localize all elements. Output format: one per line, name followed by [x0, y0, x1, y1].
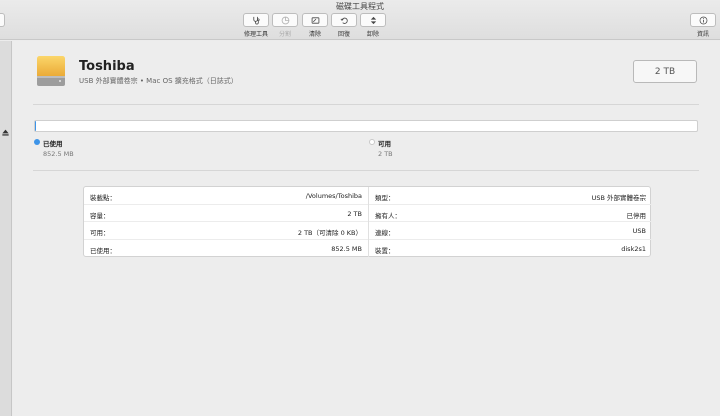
- unmount-button[interactable]: 卸除: [354, 13, 392, 38]
- eject-icon[interactable]: [1, 128, 10, 137]
- info-key: 類型：: [375, 194, 395, 202]
- info-label: 資訊: [696, 31, 709, 38]
- info-value: 已停用: [626, 211, 647, 220]
- info-row-device: 裝置： disk2s1: [369, 240, 652, 258]
- info-key: 裝置：: [375, 246, 395, 255]
- disk-name: Toshiba: [79, 59, 135, 74]
- info-column-left: 裝載點： /Volumes/Toshiba 容量： 2 TB 可用： 2 TB（…: [84, 187, 368, 257]
- external-drive-icon: [37, 56, 65, 86]
- header-divider: [33, 104, 699, 105]
- erase-icon: [311, 16, 319, 24]
- restore-icon: [340, 17, 348, 24]
- info-key: 可用：: [90, 229, 110, 237]
- info-row-type: 類型： USB 外部實體卷宗: [369, 187, 652, 205]
- disk-size-badge: 2 TB: [633, 60, 697, 83]
- info-value: /Volumes/Toshiba: [305, 192, 362, 200]
- info-row-mount-point: 裝載點： /Volumes/Toshiba: [84, 187, 368, 205]
- legend-free-value: 2 TB: [378, 150, 393, 158]
- info-row-owners: 擁有人： 已停用: [369, 205, 652, 222]
- restore-label: 回復: [337, 31, 350, 38]
- info-value: USB 外部實體卷宗: [591, 194, 646, 202]
- info-column-right: 類型： USB 外部實體卷宗 擁有人： 已停用 連線： USB 裝置： disk…: [368, 187, 652, 257]
- window-title: 磁碟工具程式: [336, 2, 384, 11]
- partition-label: 分割: [278, 31, 291, 38]
- disk-subtitle: USB 外部實體卷宗 • Mac OS 擴充格式（日誌式）: [79, 77, 238, 85]
- info-value: 852.5 MB: [331, 244, 362, 253]
- sidebar-toggle-button[interactable]: [0, 13, 5, 27]
- sidebar: [0, 41, 12, 416]
- legend-used-value: 852.5 MB: [43, 150, 74, 158]
- info-key: 已使用：: [90, 246, 116, 255]
- main-panel: Toshiba USB 外部實體卷宗 • Mac OS 擴充格式（日誌式） 2 …: [13, 41, 720, 416]
- usage-divider: [33, 170, 699, 171]
- erase-label: 清除: [308, 31, 321, 38]
- info-key: 裝載點：: [90, 194, 116, 202]
- info-row-capacity: 容量： 2 TB: [84, 205, 368, 222]
- info-value: disk2s1: [621, 244, 646, 253]
- info-key: 容量：: [90, 211, 110, 220]
- info-value: 2 TB（可清除 0 KB）: [297, 229, 362, 237]
- info-row-connection: 連線： USB: [369, 222, 652, 240]
- toolbar: 磁碟工具程式 修理工具 分割 清除 回復 卸除 資訊: [0, 0, 720, 40]
- info-button[interactable]: 資訊: [684, 13, 720, 38]
- info-key: 擁有人：: [375, 211, 401, 220]
- info-icon: [699, 16, 707, 24]
- first-aid-label: 修理工具: [243, 31, 268, 38]
- used-color-dot: [34, 139, 40, 145]
- info-key: 連線：: [375, 229, 395, 237]
- pie-partition-icon: [281, 16, 289, 24]
- unmount-label: 卸除: [366, 31, 379, 38]
- stethoscope-icon: [252, 16, 260, 24]
- legend-free-label: 可用: [378, 140, 391, 148]
- usage-bar: [34, 120, 698, 132]
- info-value: 2 TB: [347, 209, 362, 218]
- info-row-available: 可用： 2 TB（可清除 0 KB）: [84, 222, 368, 240]
- legend-used-label: 已使用: [43, 140, 63, 148]
- info-row-used: 已使用： 852.5 MB: [84, 240, 368, 258]
- info-table: 裝載點： /Volumes/Toshiba 容量： 2 TB 可用： 2 TB（…: [83, 186, 652, 257]
- free-color-dot: [369, 139, 375, 145]
- info-value: USB: [632, 227, 646, 235]
- unmount-icon: [370, 16, 376, 24]
